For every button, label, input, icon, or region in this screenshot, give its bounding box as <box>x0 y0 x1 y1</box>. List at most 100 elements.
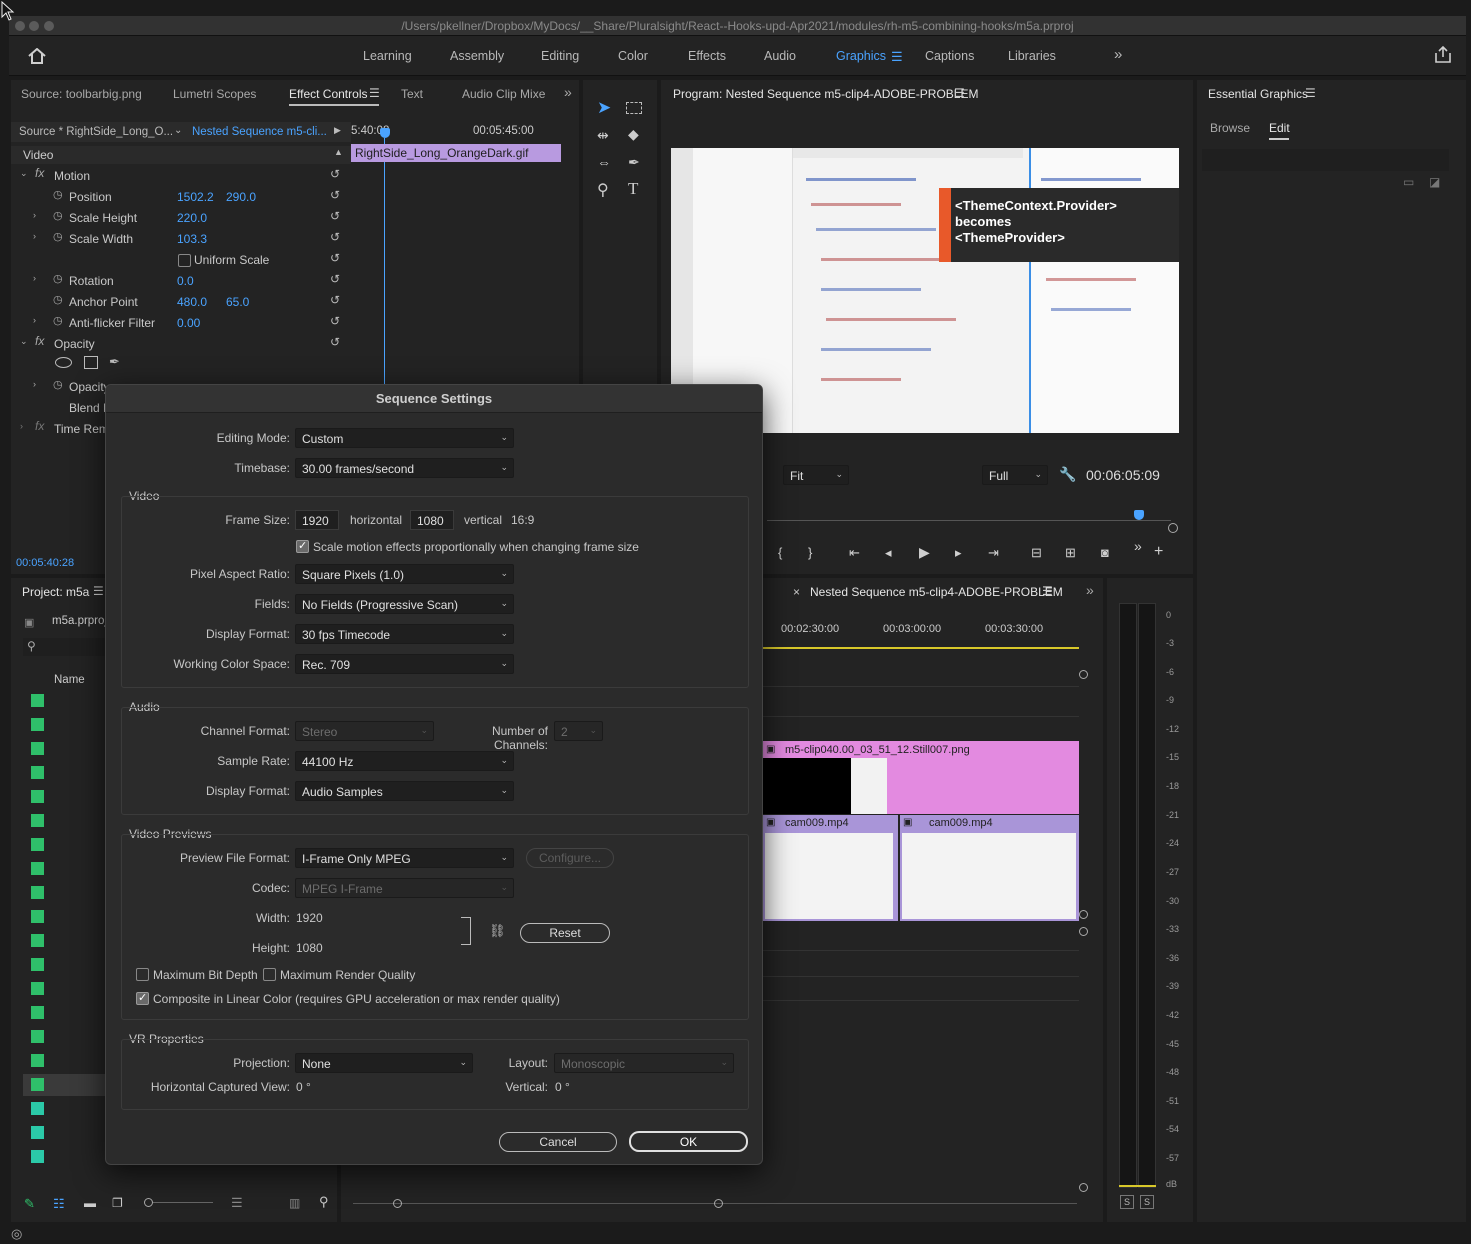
reset-anchor-icon[interactable]: ↺ <box>330 293 344 307</box>
new-layer-icon[interactable]: ◪ <box>1429 175 1440 189</box>
track-scroll-handle[interactable] <box>1079 910 1088 919</box>
preview-height-value[interactable]: 1080 <box>296 941 323 955</box>
anchor-x-value[interactable]: 480.0 <box>177 295 207 309</box>
track-select-icon[interactable] <box>626 102 642 114</box>
expand-icon[interactable]: › <box>20 421 23 431</box>
expand-icon[interactable]: › <box>33 273 36 283</box>
clip-cam-b[interactable]: ▣ cam009.mp4 <box>900 815 1079 921</box>
play-triangle-icon[interactable]: ▶ <box>334 125 341 136</box>
tab-browse[interactable]: Browse <box>1210 121 1250 135</box>
project-menu-icon[interactable]: ☰ <box>93 584 104 598</box>
lift-icon[interactable]: ⊟ <box>1031 545 1042 561</box>
play-icon[interactable]: ▶ <box>919 544 930 561</box>
reset-antiflicker-icon[interactable]: ↺ <box>330 314 344 328</box>
anchor-y-value[interactable]: 65.0 <box>226 295 249 309</box>
close-sequence-icon[interactable]: × <box>793 585 800 599</box>
track-scroll-handle[interactable] <box>1079 1183 1088 1192</box>
opacity-expand-icon[interactable]: ⌄ <box>20 336 28 347</box>
stopwatch-icon[interactable]: ◷ <box>53 293 63 306</box>
workspace-effects[interactable]: Effects <box>688 49 726 63</box>
chevron-down-icon[interactable]: ⌄ <box>174 125 182 136</box>
slip-tool-icon[interactable]: ⇔ <box>597 154 611 170</box>
zoom-select[interactable]: Fit ⌄ <box>783 465 849 485</box>
program-timecode[interactable]: 00:06:05:09 <box>1086 467 1160 483</box>
composite-linear-checkbox[interactable] <box>136 991 149 1005</box>
zoom-tool-icon[interactable]: ⚲ <box>597 180 609 200</box>
scrub-end-handle[interactable] <box>1168 523 1178 533</box>
video-display-format-select[interactable]: 30 fps Timecode ⌄ <box>295 624 514 644</box>
workspace-captions[interactable]: Captions <box>925 49 974 63</box>
playhead[interactable] <box>380 128 390 138</box>
program-monitor-title[interactable]: Program: Nested Sequence m5-clip4-ADOBE-… <box>673 87 978 101</box>
scale-width-value[interactable]: 103.3 <box>177 232 207 246</box>
effect-controls-menu-icon[interactable]: ☰ <box>369 86 380 100</box>
tab-source[interactable]: Source: toolbarbig.png <box>21 87 142 101</box>
zoom-bar-right-handle[interactable] <box>714 1199 723 1208</box>
stopwatch-icon[interactable]: ◷ <box>53 314 63 327</box>
reset-rotation-icon[interactable]: ↺ <box>330 272 344 286</box>
expand-icon[interactable]: › <box>33 231 36 241</box>
find-icon[interactable]: ⚲ <box>319 1194 329 1210</box>
frame-height-input[interactable]: 1080 <box>410 510 454 530</box>
track-scroll-handle[interactable] <box>1079 927 1088 936</box>
rectangle-mask-icon[interactable] <box>84 356 98 369</box>
extract-icon[interactable]: ⊞ <box>1065 545 1076 561</box>
scale-motion-checkbox[interactable] <box>296 539 309 553</box>
automate-icon[interactable]: ▥ <box>289 1196 300 1210</box>
solo-right-button[interactable]: S <box>1140 1195 1154 1209</box>
more-tabs-icon[interactable]: » <box>564 84 572 100</box>
new-folder-icon[interactable]: ▭ <box>1403 175 1414 189</box>
reset-scale-width-icon[interactable]: ↺ <box>330 230 344 244</box>
reset-motion-icon[interactable]: ↺ <box>330 167 344 181</box>
timeline-title[interactable]: Nested Sequence m5-clip4-ADOBE-PROBLEM <box>810 585 1063 599</box>
more-panels-icon[interactable]: » <box>1086 582 1094 598</box>
clip-still-png[interactable]: ▣ m5-clip040.00_03_51_12.Still007.png <box>763 741 1079 814</box>
go-to-in-icon[interactable]: ⇤ <box>849 545 860 561</box>
sample-rate-select[interactable]: 44100 Hz ⌄ <box>295 751 514 771</box>
rotation-value[interactable]: 0.0 <box>177 274 194 288</box>
mark-out-icon[interactable]: } <box>808 545 812 560</box>
solo-left-button[interactable]: S <box>1120 1195 1134 1209</box>
audio-display-format-select[interactable]: Audio Samples ⌄ <box>295 781 514 801</box>
more-workspaces-icon[interactable]: » <box>1114 46 1122 63</box>
workspace-libraries[interactable]: Libraries <box>1008 49 1056 63</box>
preview-file-format-select[interactable]: I-Frame Only MPEG ⌄ <box>295 848 514 868</box>
editing-mode-select[interactable]: Custom ⌄ <box>295 428 514 448</box>
workspace-menu-icon[interactable]: ☰ <box>891 49 903 65</box>
frame-width-input[interactable]: 1920 <box>295 510 339 530</box>
tab-lumetri-scopes[interactable]: Lumetri Scopes <box>173 87 256 101</box>
stopwatch-icon[interactable]: ◷ <box>53 378 63 391</box>
stopwatch-icon[interactable]: ◷ <box>53 188 63 201</box>
workspace-color[interactable]: Color <box>618 49 648 63</box>
type-tool-icon[interactable]: T <box>628 179 638 199</box>
go-to-out-icon[interactable]: ⇥ <box>988 545 999 561</box>
zoom-bar-left-handle[interactable] <box>393 1199 402 1208</box>
ripple-edit-icon[interactable]: ⇹ <box>597 127 609 144</box>
par-select[interactable]: Square Pixels (1.0) ⌄ <box>295 564 514 584</box>
expand-icon[interactable]: › <box>33 315 36 325</box>
add-button-icon[interactable]: + <box>1154 543 1163 561</box>
ec-current-time[interactable]: 00:05:40:28 <box>16 557 74 569</box>
expand-icon[interactable]: › <box>33 210 36 220</box>
quality-select[interactable]: Full ⌄ <box>982 465 1048 485</box>
position-x-value[interactable]: 1502.2 <box>177 190 214 204</box>
pencil-icon[interactable]: ✎ <box>24 1196 35 1212</box>
sort-icon[interactable]: ☰ <box>231 1195 243 1211</box>
icon-view-icon[interactable]: ▬ <box>84 1196 96 1210</box>
workspace-assembly[interactable]: Assembly <box>450 49 504 63</box>
tab-edit[interactable]: Edit <box>1269 121 1290 135</box>
tab-effect-controls[interactable]: Effect Controls <box>289 87 367 101</box>
antiflicker-value[interactable]: 0.00 <box>177 316 200 330</box>
zoom-slider-handle[interactable] <box>144 1198 153 1207</box>
projection-select[interactable]: None ⌄ <box>295 1053 473 1073</box>
razor-tool-icon[interactable]: ◆ <box>628 126 639 143</box>
motion-expand-icon[interactable]: ⌄ <box>20 168 28 179</box>
workspace-editing[interactable]: Editing <box>541 49 579 63</box>
reset-position-icon[interactable]: ↺ <box>330 188 344 202</box>
reset-uniform-icon[interactable]: ↺ <box>330 251 344 265</box>
timebase-select[interactable]: 30.00 frames/second ⌄ <box>295 458 514 478</box>
monitor-playhead[interactable] <box>1134 510 1144 520</box>
scale-height-value[interactable]: 220.0 <box>177 211 207 225</box>
step-back-icon[interactable]: ◂ <box>885 545 892 561</box>
stopwatch-icon[interactable]: ◷ <box>53 272 63 285</box>
